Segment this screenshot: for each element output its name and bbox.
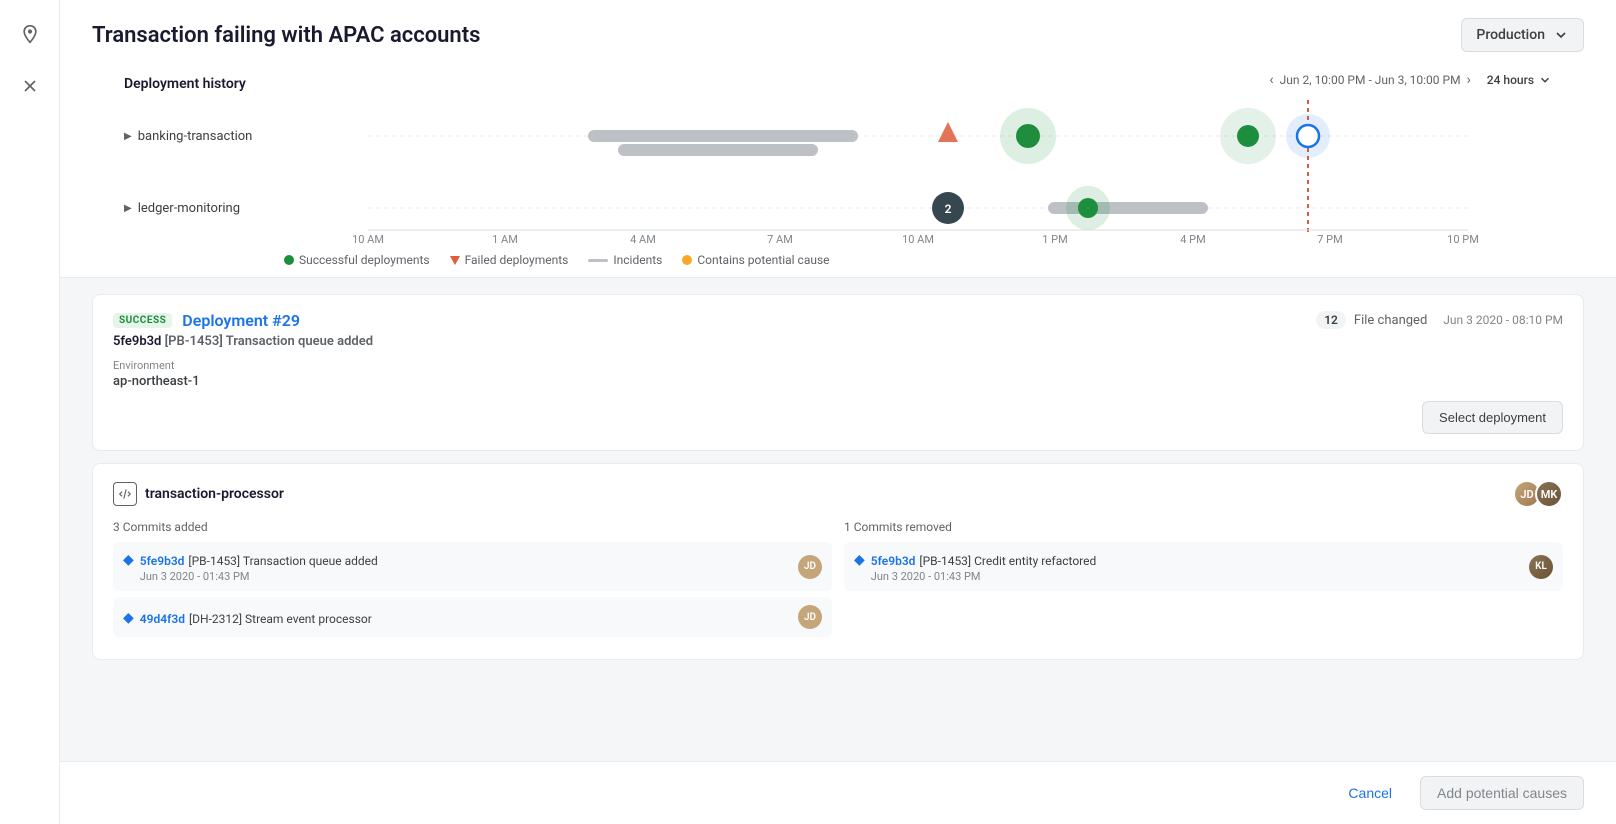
file-changed-label: File changed: [1354, 313, 1427, 328]
expand-ledger-icon[interactable]: ▶: [124, 203, 132, 214]
svg-text:10 PM: 10 PM: [1447, 233, 1479, 245]
deployment-date: Jun 3 2020 - 08:10 PM: [1443, 313, 1563, 327]
cancel-button[interactable]: Cancel: [1332, 777, 1408, 809]
row-labels: ▶ banking-transaction ▶ ledger-monitorin…: [124, 100, 279, 245]
status-badge: SUCCESS: [113, 313, 172, 328]
time-window-selector[interactable]: 24 hours: [1487, 73, 1552, 87]
service-name-ledger: ledger-monitoring: [138, 201, 240, 216]
commit-msg-removed-1: [PB-1453] Credit entity refactored: [919, 554, 1096, 568]
service-code-icon: [113, 482, 137, 506]
chart-area: ▶ banking-transaction ▶ ledger-monitorin…: [284, 100, 1552, 245]
svg-text:7 AM: 7 AM: [767, 233, 793, 245]
legend-potential-dot: [682, 255, 692, 265]
commits-removed-section: 1 Commits removed ◆ 5fe9b3d [PB-1453] Cr…: [844, 520, 1563, 643]
legend-failed: Failed deployments: [450, 253, 569, 267]
section-title: Deployment history: [124, 64, 246, 100]
commit-hash-added-1[interactable]: 5fe9b3d: [140, 554, 185, 568]
commits-added-section: 3 Commits added ◆ 5fe9b3d [PB-1453] Tran…: [113, 520, 832, 643]
commit-msg-added-2: [DH-2312] Stream event processor: [189, 612, 372, 626]
legend-incidents-line: [588, 259, 608, 262]
content-area: SUCCESS Deployment #29 12 File changed J…: [60, 278, 1616, 761]
time-window-chevron-icon: [1538, 73, 1552, 87]
commits-removed-label: 1 Commits removed: [844, 520, 1563, 534]
close-icon[interactable]: [12, 68, 48, 104]
legend-successful-dot: [284, 255, 294, 265]
env-value: ap-northeast-1: [113, 374, 1563, 389]
deployment-name: Deployment #29: [182, 311, 300, 330]
time-window-label: 24 hours: [1487, 73, 1534, 87]
legend-failed-label: Failed deployments: [465, 253, 569, 267]
commit-date-added-1: Jun 3 2020 - 01:43 PM: [140, 570, 378, 583]
file-count-badge: 12: [1316, 311, 1346, 329]
commit-avatar-removed-1: KL: [1529, 555, 1553, 579]
svg-text:4 AM: 4 AM: [630, 233, 656, 245]
deployment-chart: 2 10 AM 1 AM 4 AM 7 AM 10 AM 1 PM 4 PM: [284, 100, 1552, 245]
env-dropdown-label: Production: [1476, 27, 1545, 43]
next-range-icon[interactable]: ›: [1467, 72, 1471, 88]
commit-dot-1: ◆: [123, 552, 134, 568]
commit-avatar-added-2: JD: [798, 605, 822, 629]
svg-text:7 PM: 7 PM: [1317, 233, 1342, 245]
row-label-banking[interactable]: ▶ banking-transaction: [124, 129, 252, 144]
legend-potential-cause: Contains potential cause: [682, 253, 829, 267]
commit-summary: 5fe9b3d [PB-1453] Transaction queue adde…: [113, 334, 1563, 349]
avatar-2: MK: [1535, 480, 1563, 508]
service-name-row: transaction-processor: [113, 482, 284, 506]
env-label: Environment: [113, 359, 1563, 372]
legend-successful-label: Successful deployments: [299, 253, 430, 267]
chart-legend: Successful deployments Failed deployment…: [124, 245, 1552, 277]
page-title: Transaction failing with APAC accounts: [92, 23, 480, 48]
env-dropdown[interactable]: Production: [1461, 18, 1584, 52]
row-label-ledger[interactable]: ▶ ledger-monitoring: [124, 201, 240, 216]
commit-message: [PB-1453] Transaction queue added: [165, 334, 373, 349]
date-range[interactable]: ‹ Jun 2, 10:00 PM - Jun 3, 10:00 PM ›: [1269, 72, 1470, 88]
main-content: Transaction failing with APAC accounts P…: [60, 0, 1616, 824]
service-card: transaction-processor JD MK 3 Commits ad…: [92, 463, 1584, 660]
legend-successful: Successful deployments: [284, 253, 430, 267]
svg-text:1 AM: 1 AM: [492, 233, 518, 245]
svg-text:10 AM: 10 AM: [902, 233, 934, 245]
deployment-card: SUCCESS Deployment #29 12 File changed J…: [92, 294, 1584, 451]
sidebar: [0, 0, 60, 824]
contributors-avatars: JD MK: [1513, 480, 1563, 508]
commit-hash-removed-1[interactable]: 5fe9b3d: [871, 554, 916, 568]
service-name-label: transaction-processor: [145, 486, 284, 502]
legend-failed-triangle: [450, 256, 460, 265]
commit-dot-2: ◆: [123, 610, 134, 626]
deployment-history-section: Deployment history ‹ Jun 2, 10:00 PM - J…: [92, 64, 1584, 277]
chevron-down-icon: [1553, 27, 1569, 43]
commit-row-added-2: ◆ 49d4f3d [DH-2312] Stream event process…: [113, 597, 832, 637]
svg-text:1 PM: 1 PM: [1042, 233, 1067, 245]
prev-range-icon[interactable]: ‹: [1269, 72, 1273, 88]
commit-msg-added-1: [PB-1453] Transaction queue added: [188, 554, 377, 568]
footer: Cancel Add potential causes: [60, 761, 1616, 824]
commits-added-label: 3 Commits added: [113, 520, 832, 534]
commit-hash-added-2[interactable]: 49d4f3d: [140, 612, 185, 626]
legend-potential-label: Contains potential cause: [697, 253, 829, 267]
legend-incidents-label: Incidents: [613, 253, 662, 267]
svg-text:2: 2: [945, 202, 952, 216]
legend-incidents: Incidents: [588, 253, 662, 267]
header: Transaction failing with APAC accounts P…: [60, 0, 1616, 278]
select-deployment-button[interactable]: Select deployment: [1422, 401, 1563, 434]
service-name-banking: banking-transaction: [138, 129, 253, 144]
add-potential-causes-button: Add potential causes: [1420, 776, 1584, 810]
commit-avatar-added-1: JD: [798, 555, 822, 579]
commit-hash-value: 5fe9b3d: [113, 334, 161, 349]
commits-grid: 3 Commits added ◆ 5fe9b3d [PB-1453] Tran…: [113, 520, 1563, 643]
commit-row-removed-1: ◆ 5fe9b3d [PB-1453] Credit entity refact…: [844, 542, 1563, 591]
expand-banking-icon[interactable]: ▶: [124, 131, 132, 142]
commit-dot-removed-1: ◆: [854, 552, 865, 568]
svg-text:4 PM: 4 PM: [1180, 233, 1205, 245]
date-range-label: Jun 2, 10:00 PM - Jun 3, 10:00 PM: [1280, 73, 1461, 87]
commit-row-added-1: ◆ 5fe9b3d [PB-1453] Transaction queue ad…: [113, 542, 832, 591]
svg-text:10 AM: 10 AM: [352, 233, 384, 245]
location-icon[interactable]: [12, 16, 48, 52]
commit-date-removed-1: Jun 3 2020 - 01:43 PM: [871, 570, 1096, 583]
